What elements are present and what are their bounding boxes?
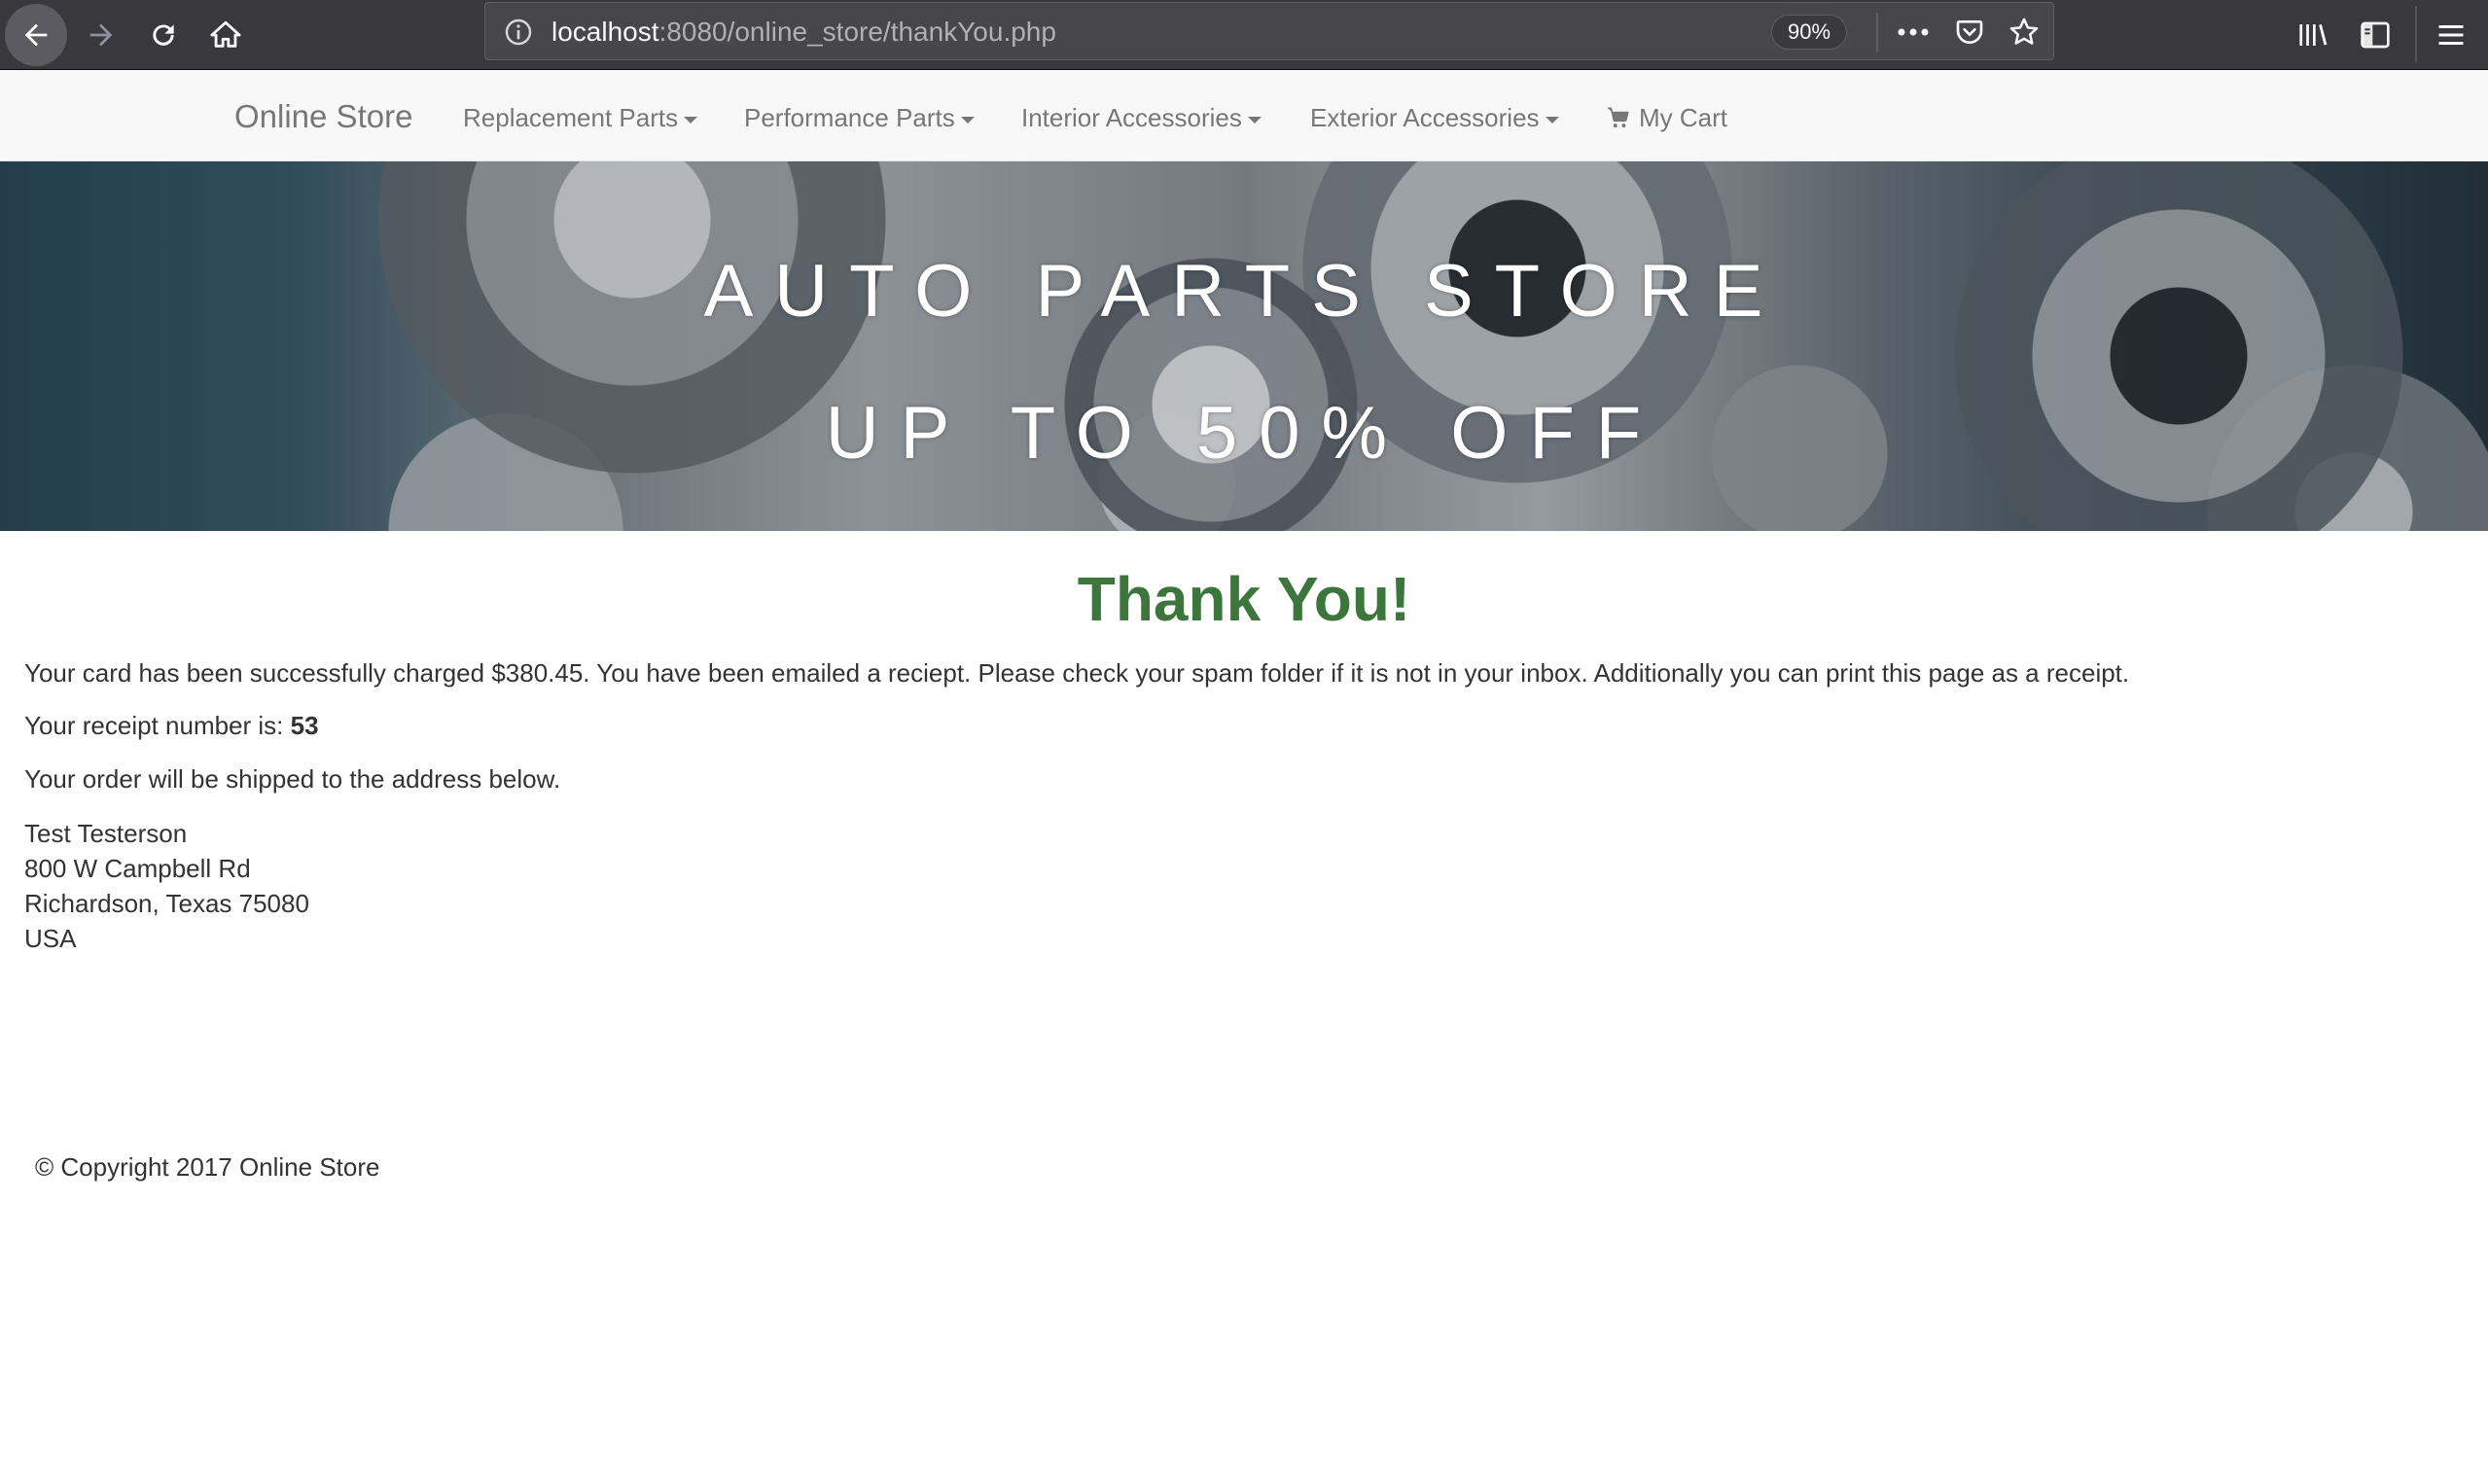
caret-down-icon: [1545, 116, 1559, 124]
hero-banner: AUTO PARTS STORE UP TO 50% OFF: [0, 161, 2488, 531]
sidebar-icon[interactable]: [2352, 12, 2399, 58]
caret-down-icon: [684, 116, 698, 124]
zoom-level-badge[interactable]: 90%: [1771, 15, 1847, 50]
charge-confirmation-text: Your card has been successfully charged …: [24, 658, 2130, 688]
receipt-number-line: Your receipt number is: 53: [24, 710, 319, 741]
pocket-icon[interactable]: [1950, 15, 1989, 50]
url-path: :8080/online_store/thankYou.php: [658, 17, 1056, 47]
nav-exterior-accessories[interactable]: Exterior Accessories: [1310, 102, 1559, 133]
star-icon[interactable]: [2005, 15, 2044, 50]
address-name: Test Testerson: [24, 819, 188, 848]
forward-button[interactable]: [70, 4, 132, 66]
url-host: localhost: [551, 17, 659, 47]
brand-link[interactable]: Online Store: [234, 98, 412, 135]
address-country: USA: [24, 924, 77, 953]
url-text[interactable]: localhost:8080/online_store/thankYou.php: [551, 17, 1056, 48]
hero-overlay: [0, 161, 2488, 531]
library-icon[interactable]: [2290, 12, 2336, 58]
shipping-notice-text: Your order will be shipped to the addres…: [24, 764, 561, 794]
back-button[interactable]: [5, 4, 67, 66]
caret-down-icon: [960, 116, 975, 124]
browser-toolbar: localhost:8080/online_store/thankYou.php…: [0, 0, 2488, 70]
hero-title: AUTO PARTS STORE: [703, 250, 1785, 333]
address-bar[interactable]: localhost:8080/online_store/thankYou.php…: [484, 2, 2054, 60]
nav-item-label: Replacement Parts: [463, 103, 679, 132]
urlbar-divider: [1876, 13, 1878, 52]
receipt-label: Your receipt number is:: [24, 711, 291, 740]
back-arrow-icon: [19, 18, 53, 52]
nav-item-label: Interior Accessories: [1021, 103, 1242, 132]
receipt-number: 53: [290, 711, 319, 740]
forward-arrow-icon: [85, 18, 118, 52]
thank-you-heading: Thank You!: [1077, 564, 1411, 634]
info-icon[interactable]: [503, 17, 534, 53]
reload-button[interactable]: [132, 4, 195, 66]
cart-label: My Cart: [1639, 103, 1727, 132]
footer-copyright: © Copyright 2017 Online Store: [35, 1152, 380, 1182]
home-icon: [209, 18, 242, 52]
hero-subtitle: UP TO 50% OFF: [825, 392, 1663, 475]
home-button[interactable]: [195, 4, 257, 66]
caret-down-icon: [1247, 116, 1262, 124]
shipping-address: Test Testerson 800 W Campbell Rd Richard…: [24, 816, 309, 956]
address-street: 800 W Campbell Rd: [24, 854, 251, 883]
nav-my-cart[interactable]: My Cart: [1606, 102, 1727, 133]
nav-item-label: Exterior Accessories: [1310, 103, 1540, 132]
site-navbar: Online Store Replacement Parts Performan…: [0, 70, 2488, 161]
cart-icon: [1606, 105, 1631, 130]
toolbar-divider: [2415, 6, 2417, 62]
more-icon[interactable]: [1894, 15, 1933, 50]
nav-item-label: Performance Parts: [744, 103, 955, 132]
nav-replacement-parts[interactable]: Replacement Parts: [463, 102, 698, 133]
nav-performance-parts[interactable]: Performance Parts: [744, 102, 975, 133]
nav-interior-accessories[interactable]: Interior Accessories: [1021, 102, 1262, 133]
hamburger-menu-icon[interactable]: [2428, 12, 2474, 58]
reload-icon: [148, 19, 179, 51]
address-city-state-zip: Richardson, Texas 75080: [24, 889, 309, 918]
